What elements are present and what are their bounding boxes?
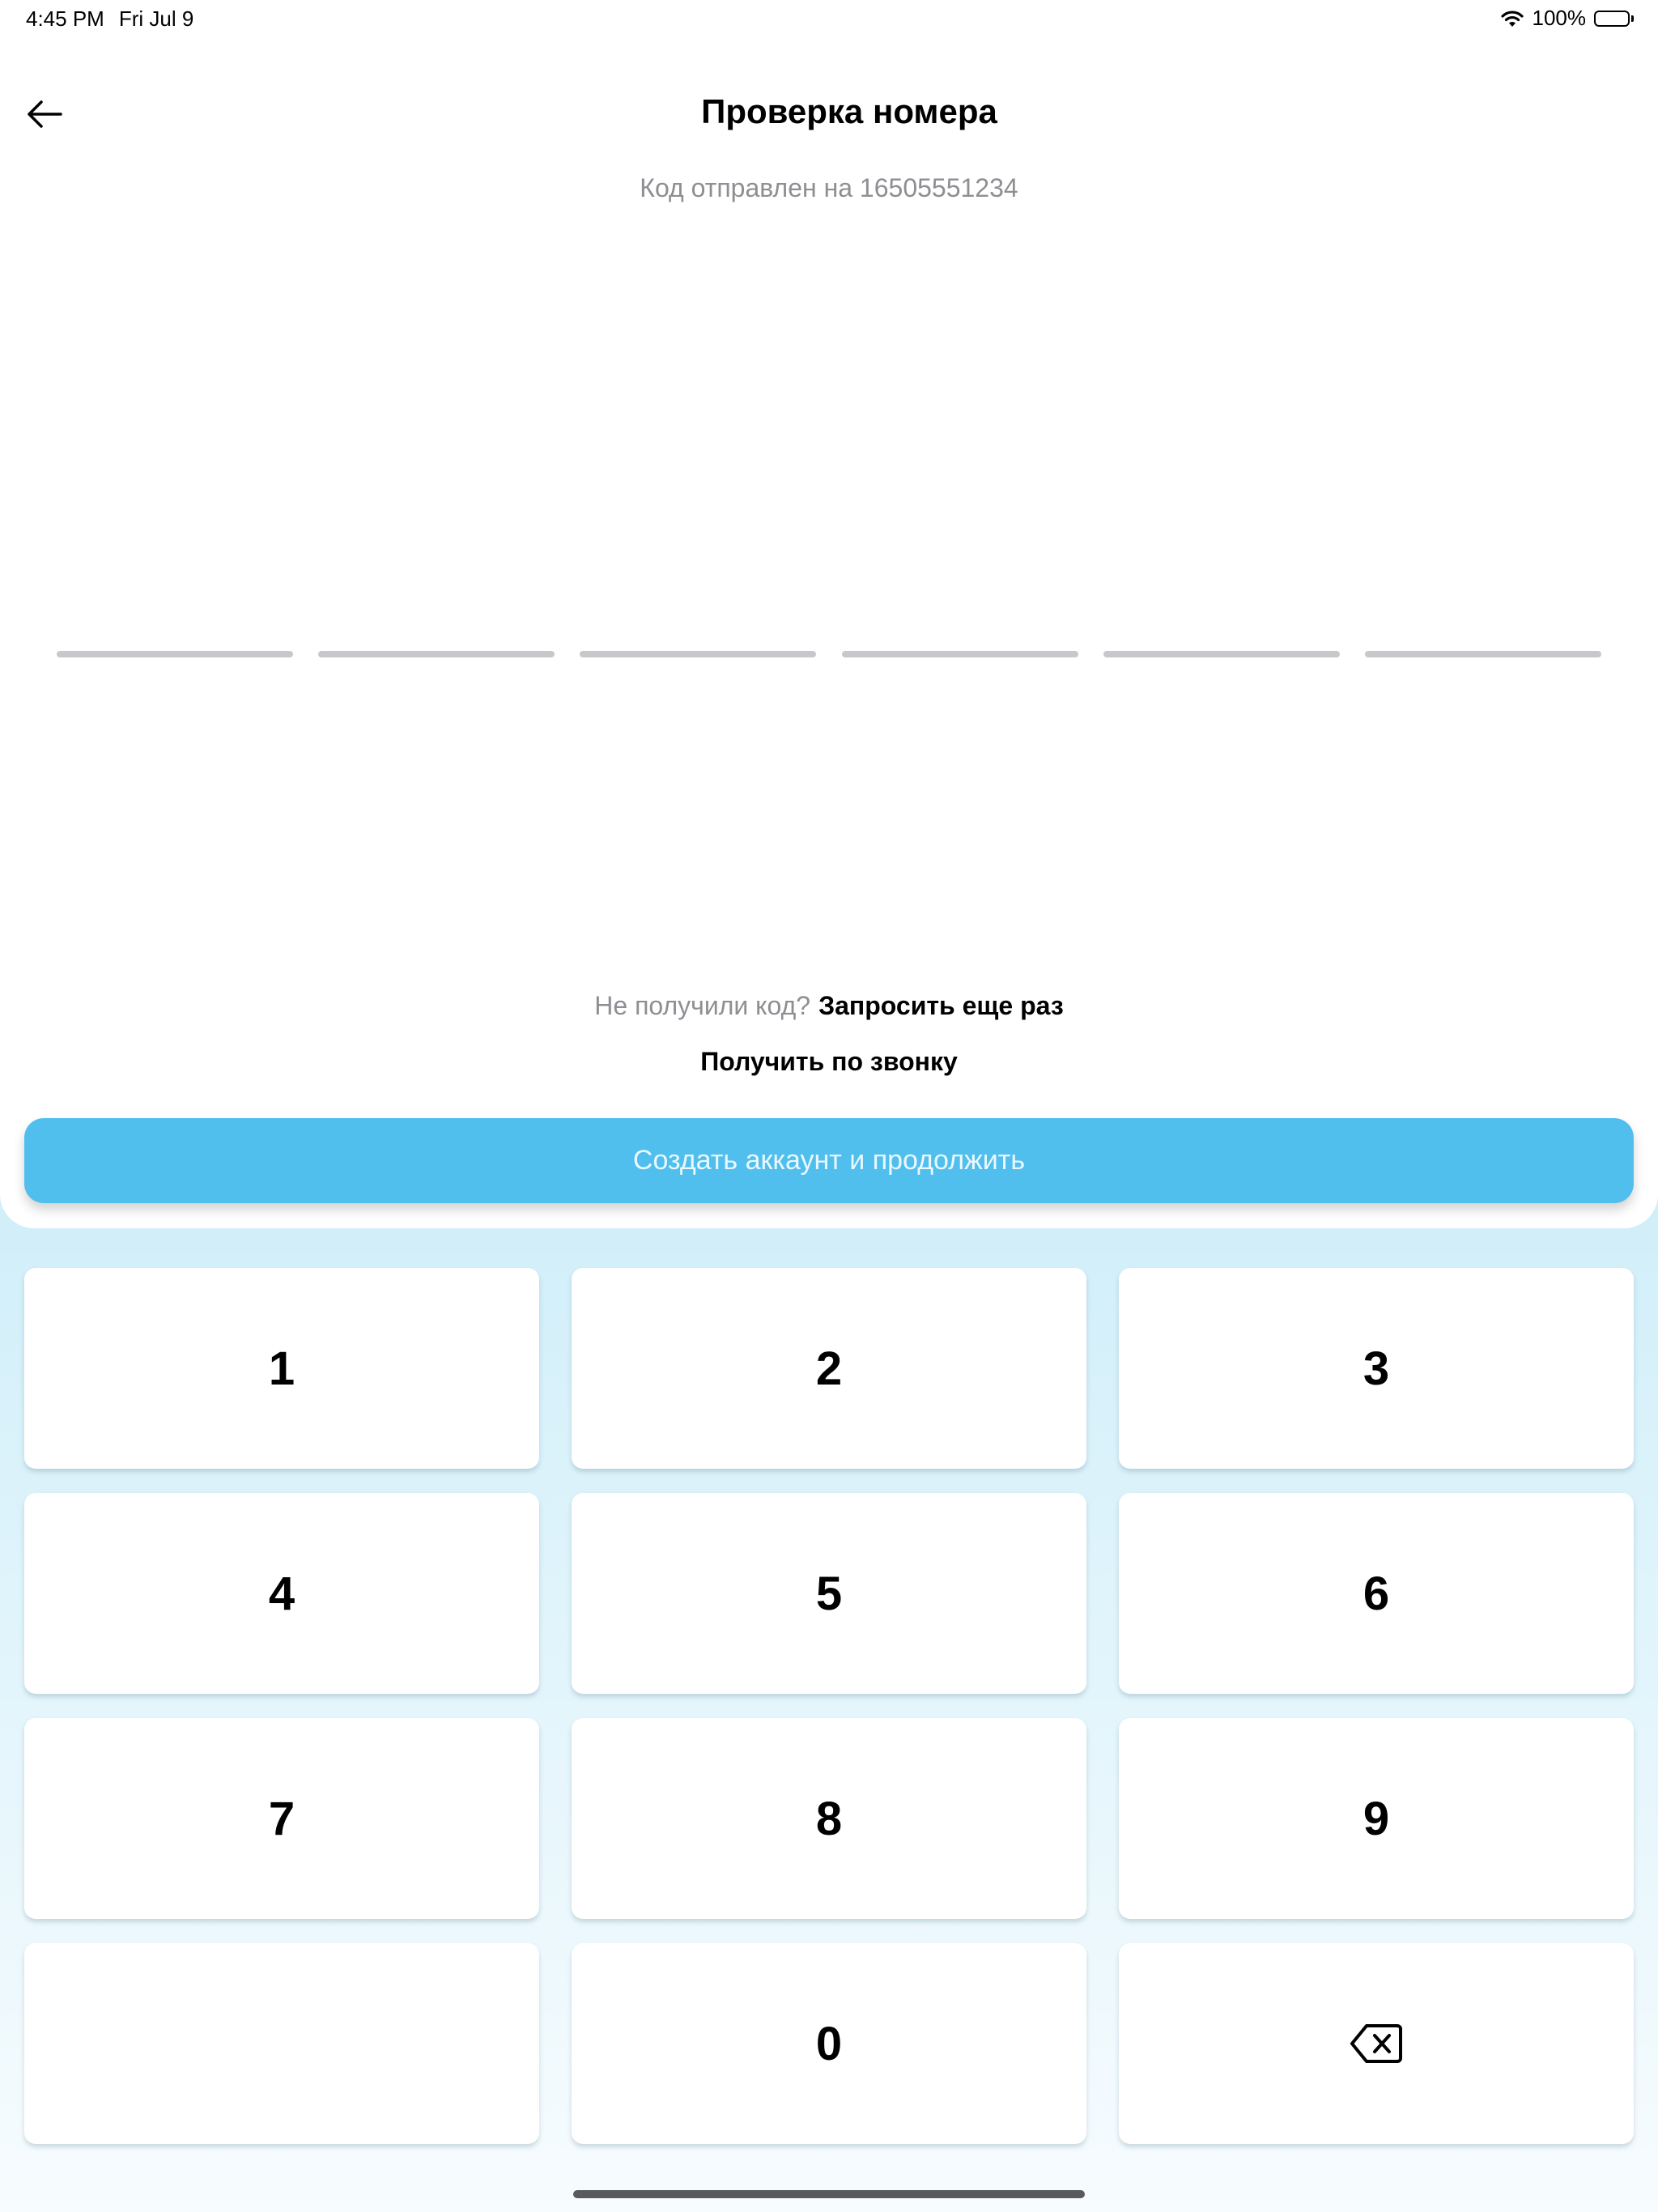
- code-slot-1[interactable]: [57, 651, 293, 657]
- battery-percentage: 100%: [1532, 6, 1587, 30]
- status-date: Fri Jul 9: [118, 6, 194, 31]
- verification-sheet: 4:45 PM Fri Jul 9 100% Проверка номера Ко…: [0, 0, 1658, 1228]
- numeric-keypad: 1 2 3 4 5 6 7 8 9 0: [24, 1268, 1634, 2144]
- backspace-key[interactable]: [1119, 1943, 1634, 2144]
- key-5[interactable]: 5: [572, 1493, 1086, 1694]
- code-slot-4[interactable]: [841, 651, 1078, 657]
- status-bar-right: 100%: [1500, 6, 1634, 31]
- key-1[interactable]: 1: [24, 1268, 539, 1469]
- code-slot-5[interactable]: [1103, 651, 1340, 657]
- code-sent-subtitle: Код отправлен на 16505551234: [640, 173, 1018, 202]
- key-7[interactable]: 7: [24, 1718, 539, 1919]
- wifi-icon: [1500, 10, 1524, 28]
- key-9[interactable]: 9: [1119, 1718, 1634, 1919]
- key-3[interactable]: 3: [1119, 1268, 1634, 1469]
- key-blank: [24, 1943, 539, 2144]
- create-account-button[interactable]: Создать аккаунт и продолжить: [24, 1118, 1634, 1203]
- resend-code-link[interactable]: Запросить еще раз: [818, 991, 1064, 1020]
- key-2[interactable]: 2: [572, 1268, 1086, 1469]
- backspace-icon: [1350, 2024, 1402, 2063]
- code-input[interactable]: [57, 651, 1601, 657]
- home-indicator: [573, 2190, 1085, 2198]
- key-0[interactable]: 0: [572, 1943, 1086, 2144]
- resend-hint: Не получили код?: [594, 991, 811, 1020]
- status-time: 4:45 PM: [26, 6, 104, 31]
- resend-row: Не получили код? Запросить еще раз: [0, 991, 1658, 1021]
- code-slot-2[interactable]: [318, 651, 555, 657]
- battery-icon: [1594, 10, 1634, 27]
- page-title: Проверка номера: [701, 92, 997, 130]
- code-slot-6[interactable]: [1364, 651, 1601, 657]
- key-8[interactable]: 8: [572, 1718, 1086, 1919]
- code-slot-3[interactable]: [580, 651, 817, 657]
- key-6[interactable]: 6: [1119, 1493, 1634, 1694]
- status-bar-left: 4:45 PM Fri Jul 9: [26, 6, 193, 32]
- get-code-by-call-link[interactable]: Получить по звонку: [0, 1047, 1658, 1077]
- key-4[interactable]: 4: [24, 1493, 539, 1694]
